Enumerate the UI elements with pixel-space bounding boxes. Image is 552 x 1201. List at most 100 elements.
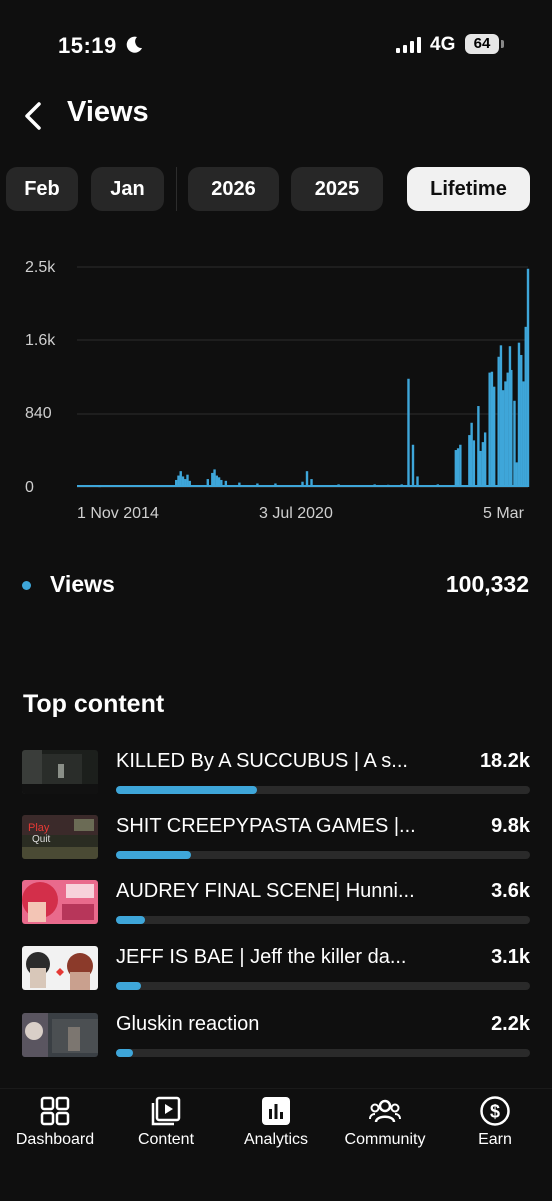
data-point	[166, 485, 169, 487]
video-thumbnail: Play Quit	[22, 815, 98, 859]
data-point	[411, 444, 415, 487]
data-point	[179, 471, 182, 487]
data-point	[459, 444, 462, 487]
data-point	[274, 483, 277, 487]
data-point	[520, 355, 523, 487]
data-point	[217, 477, 221, 487]
data-point	[206, 479, 209, 487]
data-point	[310, 479, 313, 487]
data-point	[337, 484, 340, 487]
svg-text:$: $	[490, 1102, 500, 1122]
data-point	[175, 479, 178, 487]
nav-analytics[interactable]: Analytics	[221, 1089, 331, 1189]
data-point	[238, 482, 241, 487]
x-tick-label: 1 Nov 2014	[77, 505, 159, 522]
period-tabs: Feb Jan 2026 2025 Lifetime	[0, 167, 552, 211]
data-point	[220, 479, 223, 487]
data-point	[499, 345, 503, 487]
list-item[interactable]: AUDREY FINAL SCENE| Hunni... 3.6k	[22, 880, 530, 934]
views-bar	[116, 1049, 530, 1057]
nav-earn[interactable]: $ Earn	[440, 1089, 550, 1189]
video-views: 3.6k	[491, 880, 530, 902]
views-bar-fill	[116, 786, 257, 794]
y-tick-label: 0	[25, 479, 34, 496]
list-item[interactable]: JEFF IS BAE | Jeff the killer da... 3.1k	[22, 946, 530, 1000]
video-thumbnail	[22, 1013, 98, 1057]
data-point	[436, 484, 439, 487]
moon-icon	[126, 36, 142, 53]
views-bar	[116, 916, 530, 924]
views-bar-fill	[116, 916, 145, 924]
data-point	[481, 442, 485, 487]
data-point	[186, 474, 189, 487]
data-point	[472, 440, 476, 487]
nav-dashboard[interactable]: Dashboard	[0, 1089, 110, 1189]
total-views-value: 100,332	[445, 571, 529, 597]
data-point	[400, 484, 403, 487]
y-tick-label: 2.5k	[25, 259, 56, 276]
data-point	[488, 372, 491, 487]
nav-label: Content	[137, 1131, 195, 1148]
views-bar-fill	[116, 851, 191, 859]
nav-content[interactable]: Content	[111, 1089, 221, 1189]
video-title: KILLED By A SUCCUBUS | A s...	[116, 750, 408, 772]
views-bar-fill	[116, 982, 141, 990]
data-point	[416, 476, 419, 487]
data-point	[504, 381, 507, 487]
data-point	[355, 485, 358, 487]
list-item[interactable]: Gluskin reaction 2.2k	[22, 1013, 530, 1067]
back-arrow-icon[interactable]	[20, 98, 50, 134]
page-title: Views	[67, 96, 149, 128]
video-views: 18.2k	[479, 750, 530, 772]
data-point	[510, 369, 513, 487]
data-point	[301, 481, 304, 487]
battery-icon: 64	[465, 34, 505, 54]
data-point	[120, 485, 124, 487]
video-thumbnail	[22, 946, 98, 990]
data-point	[522, 381, 525, 487]
tab-2026[interactable]: 2026	[188, 167, 279, 211]
data-point	[517, 342, 521, 487]
data-point	[513, 400, 516, 487]
y-tick-label: 840	[25, 405, 52, 422]
data-point	[483, 432, 487, 487]
data-point	[181, 476, 185, 487]
tab-jan[interactable]: Jan	[91, 167, 164, 211]
video-views: 2.2k	[491, 1013, 530, 1035]
video-title: AUDREY FINAL SCENE| Hunni...	[116, 880, 415, 902]
data-point	[188, 480, 191, 487]
data-point	[515, 462, 518, 487]
svg-text:Play: Play	[28, 822, 50, 834]
community-icon	[369, 1099, 401, 1123]
battery-level: 64	[465, 34, 499, 54]
nav-label: Community	[344, 1131, 426, 1148]
x-tick-label: 5 Mar	[483, 505, 524, 522]
legend-dot	[22, 581, 31, 590]
earn-icon: $	[480, 1096, 510, 1126]
video-title: JEFF IS BAE | Jeff the killer da...	[116, 946, 407, 968]
data-point	[454, 450, 458, 487]
data-point	[215, 475, 219, 487]
data-point	[479, 450, 482, 487]
tab-2025[interactable]: 2025	[291, 167, 383, 211]
nav-community[interactable]: Community	[330, 1089, 440, 1189]
data-point	[224, 480, 228, 487]
nav-label: Dashboard	[15, 1131, 95, 1148]
data-point	[468, 435, 471, 487]
data-point	[526, 268, 530, 487]
list-item[interactable]: Play Quit SHIT CREEPYPASTA GAMES |... 9.…	[22, 815, 530, 869]
bottom-navigation: Dashboard Content Analytics Community $ …	[0, 1088, 552, 1201]
views-chart: 2.5k 1.6k 840 0 1 Nov 2014 3 Jul 2020 5 …	[0, 240, 552, 540]
x-tick-label: 3 Jul 2020	[259, 505, 333, 522]
views-bar	[116, 786, 530, 794]
analytics-icon	[262, 1097, 290, 1125]
video-views: 3.1k	[491, 946, 530, 968]
tab-lifetime[interactable]: Lifetime	[407, 167, 530, 211]
y-tick-label: 1.6k	[25, 332, 56, 349]
tab-feb[interactable]: Feb	[6, 167, 78, 211]
data-point	[427, 485, 430, 487]
data-point	[177, 475, 180, 487]
svg-text:Quit: Quit	[32, 834, 51, 845]
nav-label: Earn	[478, 1131, 512, 1148]
list-item[interactable]: KILLED By A SUCCUBUS | A s... 18.2k	[22, 750, 530, 804]
